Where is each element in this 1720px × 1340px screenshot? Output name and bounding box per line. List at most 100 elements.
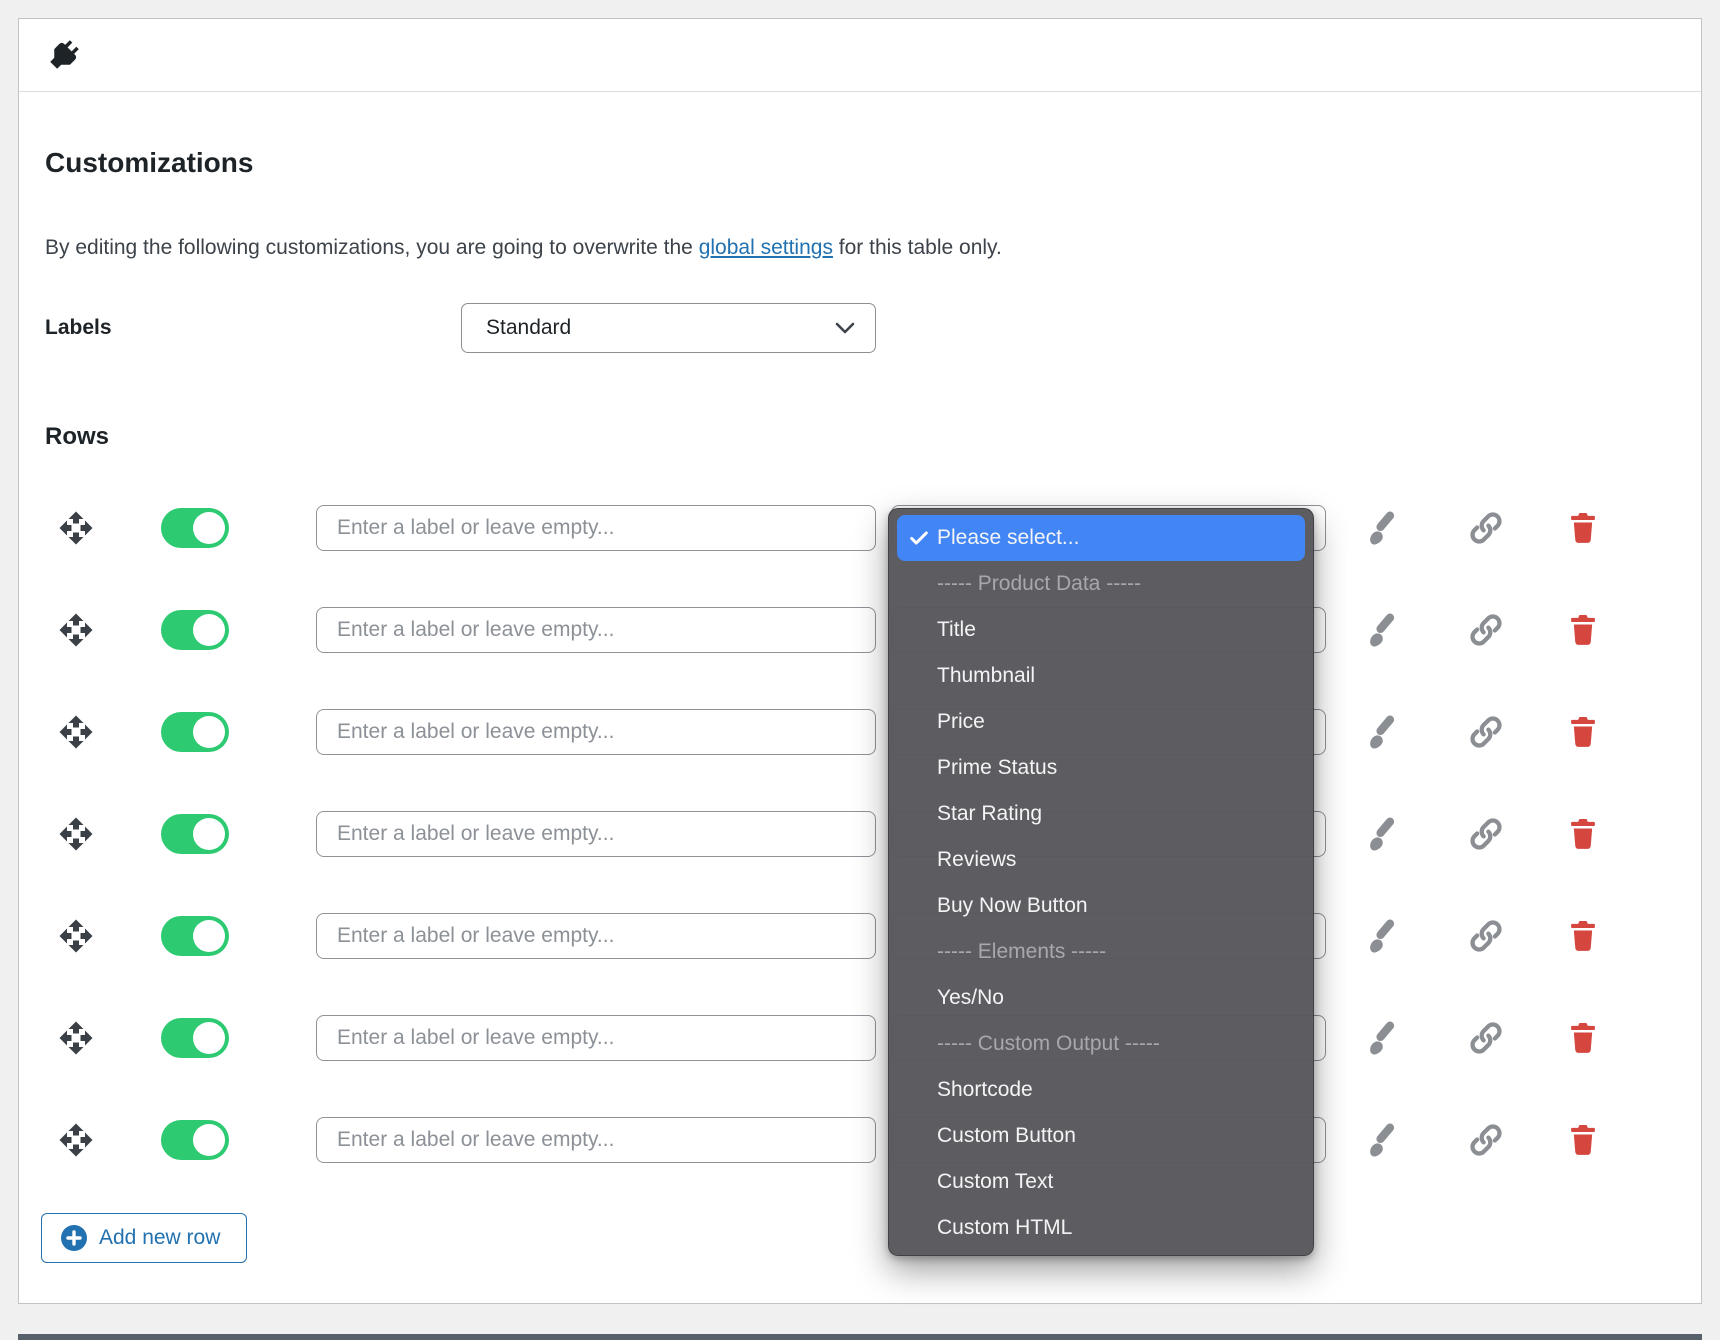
- paintbrush-icon[interactable]: [1365, 611, 1403, 649]
- dropdown-option-label: Please select...: [937, 526, 1079, 549]
- dropdown-option-label: Custom HTML: [937, 1216, 1072, 1239]
- link-icon[interactable]: [1467, 1019, 1505, 1057]
- toggle-knob: [193, 512, 225, 544]
- dropdown-option[interactable]: Star Rating: [889, 791, 1313, 837]
- dropdown-option-label: Custom Text: [937, 1170, 1053, 1193]
- trash-icon[interactable]: [1566, 1021, 1600, 1055]
- dropdown-option-label: Shortcode: [937, 1078, 1033, 1101]
- dropdown-option[interactable]: Custom Button: [889, 1113, 1313, 1159]
- plug-icon: [45, 36, 83, 74]
- dropdown-option[interactable]: Price: [889, 699, 1313, 745]
- dropdown-option-label: Buy Now Button: [937, 894, 1088, 917]
- description-text-suffix: for this table only.: [833, 236, 1002, 259]
- labels-select-value: Standard: [486, 304, 571, 351]
- paintbrush-icon[interactable]: [1365, 713, 1403, 751]
- row-enabled-toggle[interactable]: [161, 814, 229, 854]
- dropdown-option-label: Thumbnail: [937, 664, 1035, 687]
- dropdown-option[interactable]: Custom HTML: [889, 1205, 1313, 1251]
- global-settings-link[interactable]: global settings: [699, 236, 833, 259]
- link-icon[interactable]: [1467, 713, 1505, 751]
- dropdown-option-label: Title: [937, 618, 976, 641]
- drag-handle-icon[interactable]: [58, 510, 94, 546]
- row-enabled-toggle[interactable]: [161, 1018, 229, 1058]
- trash-icon[interactable]: [1566, 1123, 1600, 1157]
- dropdown-group-header: ----- Custom Output -----: [889, 1021, 1313, 1067]
- dropdown-option[interactable]: Reviews: [889, 837, 1313, 883]
- link-icon[interactable]: [1467, 815, 1505, 853]
- labels-setting-row: Labels Standard: [45, 303, 1045, 353]
- dropdown-option[interactable]: Please select...: [897, 515, 1305, 561]
- labels-field-label: Labels: [45, 316, 112, 339]
- row-label-input[interactable]: [316, 607, 876, 653]
- drag-handle-icon[interactable]: [58, 918, 94, 954]
- link-icon[interactable]: [1467, 611, 1505, 649]
- toggle-knob: [193, 614, 225, 646]
- dropdown-group-header: ----- Product Data -----: [889, 561, 1313, 607]
- link-icon[interactable]: [1467, 509, 1505, 547]
- drag-handle-icon[interactable]: [58, 612, 94, 648]
- drag-handle-icon[interactable]: [58, 714, 94, 750]
- row-content-dropdown-menu: Please select... ----- Product Data -----…: [888, 508, 1314, 1256]
- trash-icon[interactable]: [1566, 715, 1600, 749]
- table-row: [19, 709, 1703, 755]
- table-row: [19, 1117, 1703, 1163]
- dropdown-option[interactable]: Thumbnail: [889, 653, 1313, 699]
- customizations-card: Customizations By editing the following …: [18, 18, 1702, 1304]
- check-icon: [908, 527, 930, 549]
- drag-handle-icon[interactable]: [58, 816, 94, 852]
- dropdown-option-label: Price: [937, 710, 985, 733]
- row-label-input[interactable]: [316, 913, 876, 959]
- row-label-input[interactable]: [316, 811, 876, 857]
- dropdown-option-label: Prime Status: [937, 756, 1057, 779]
- add-new-row-button[interactable]: Add new row: [41, 1213, 247, 1263]
- trash-icon[interactable]: [1566, 817, 1600, 851]
- toggle-knob: [193, 1124, 225, 1156]
- row-label-input[interactable]: [316, 505, 876, 551]
- dropdown-group-header: ----- Elements -----: [889, 929, 1313, 975]
- dropdown-option[interactable]: Custom Text: [889, 1159, 1313, 1205]
- dropdown-option[interactable]: Prime Status: [889, 745, 1313, 791]
- dropdown-option[interactable]: Shortcode: [889, 1067, 1313, 1113]
- plus-circle-icon: [60, 1224, 88, 1252]
- trash-icon[interactable]: [1566, 919, 1600, 953]
- next-section-top-edge: [18, 1334, 1702, 1340]
- link-icon[interactable]: [1467, 1121, 1505, 1159]
- toggle-knob: [193, 1022, 225, 1054]
- paintbrush-icon[interactable]: [1365, 815, 1403, 853]
- row-label-input[interactable]: [316, 1117, 876, 1163]
- dropdown-option[interactable]: Title: [889, 607, 1313, 653]
- trash-icon[interactable]: [1566, 613, 1600, 647]
- link-icon[interactable]: [1467, 917, 1505, 955]
- customizations-description: By editing the following customizations,…: [45, 232, 1002, 264]
- paintbrush-icon[interactable]: [1365, 1019, 1403, 1057]
- row-enabled-toggle[interactable]: [161, 508, 229, 548]
- drag-handle-icon[interactable]: [58, 1020, 94, 1056]
- paintbrush-icon[interactable]: [1365, 1121, 1403, 1159]
- labels-select[interactable]: Standard: [461, 303, 876, 353]
- row-enabled-toggle[interactable]: [161, 916, 229, 956]
- paintbrush-icon[interactable]: [1365, 917, 1403, 955]
- table-row: [19, 913, 1703, 959]
- row-label-input[interactable]: [316, 1015, 876, 1061]
- paintbrush-icon[interactable]: [1365, 509, 1403, 547]
- dropdown-option-label: Yes/No: [937, 986, 1004, 1009]
- dropdown-option-label: Reviews: [937, 848, 1016, 871]
- dropdown-option-label: ----- Elements -----: [937, 940, 1106, 963]
- page-title: Customizations: [45, 147, 253, 179]
- dropdown-option-label: ----- Custom Output -----: [937, 1032, 1160, 1055]
- table-row: [19, 811, 1703, 857]
- row-enabled-toggle[interactable]: [161, 1120, 229, 1160]
- row-label-input[interactable]: [316, 709, 876, 755]
- trash-icon[interactable]: [1566, 511, 1600, 545]
- row-enabled-toggle[interactable]: [161, 610, 229, 650]
- dropdown-option[interactable]: Yes/No: [889, 975, 1313, 1021]
- chevron-down-icon: [835, 322, 855, 335]
- toggle-knob: [193, 920, 225, 952]
- drag-handle-icon[interactable]: [58, 1122, 94, 1158]
- dropdown-option[interactable]: Buy Now Button: [889, 883, 1313, 929]
- dropdown-option-label: Star Rating: [937, 802, 1042, 825]
- toggle-knob: [193, 716, 225, 748]
- table-row: [19, 607, 1703, 653]
- row-enabled-toggle[interactable]: [161, 712, 229, 752]
- card-header-bar: [19, 19, 1701, 92]
